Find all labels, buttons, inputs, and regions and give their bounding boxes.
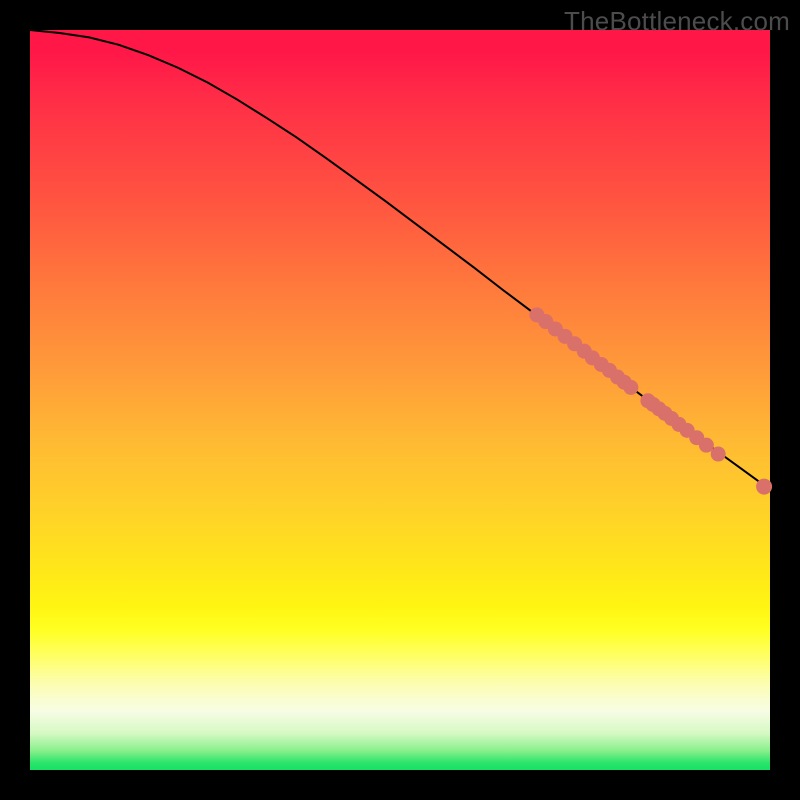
watermark-text: TheBottleneck.com [564, 6, 790, 37]
chart-frame: TheBottleneck.com [0, 0, 800, 800]
chart-point [699, 438, 714, 453]
chart-curve [30, 30, 770, 490]
chart-point [711, 447, 726, 462]
chart-point [623, 380, 638, 395]
chart-point [756, 479, 772, 495]
chart-points-extra [756, 479, 772, 495]
chart-overlay [30, 30, 770, 770]
chart-points-core [529, 307, 725, 461]
